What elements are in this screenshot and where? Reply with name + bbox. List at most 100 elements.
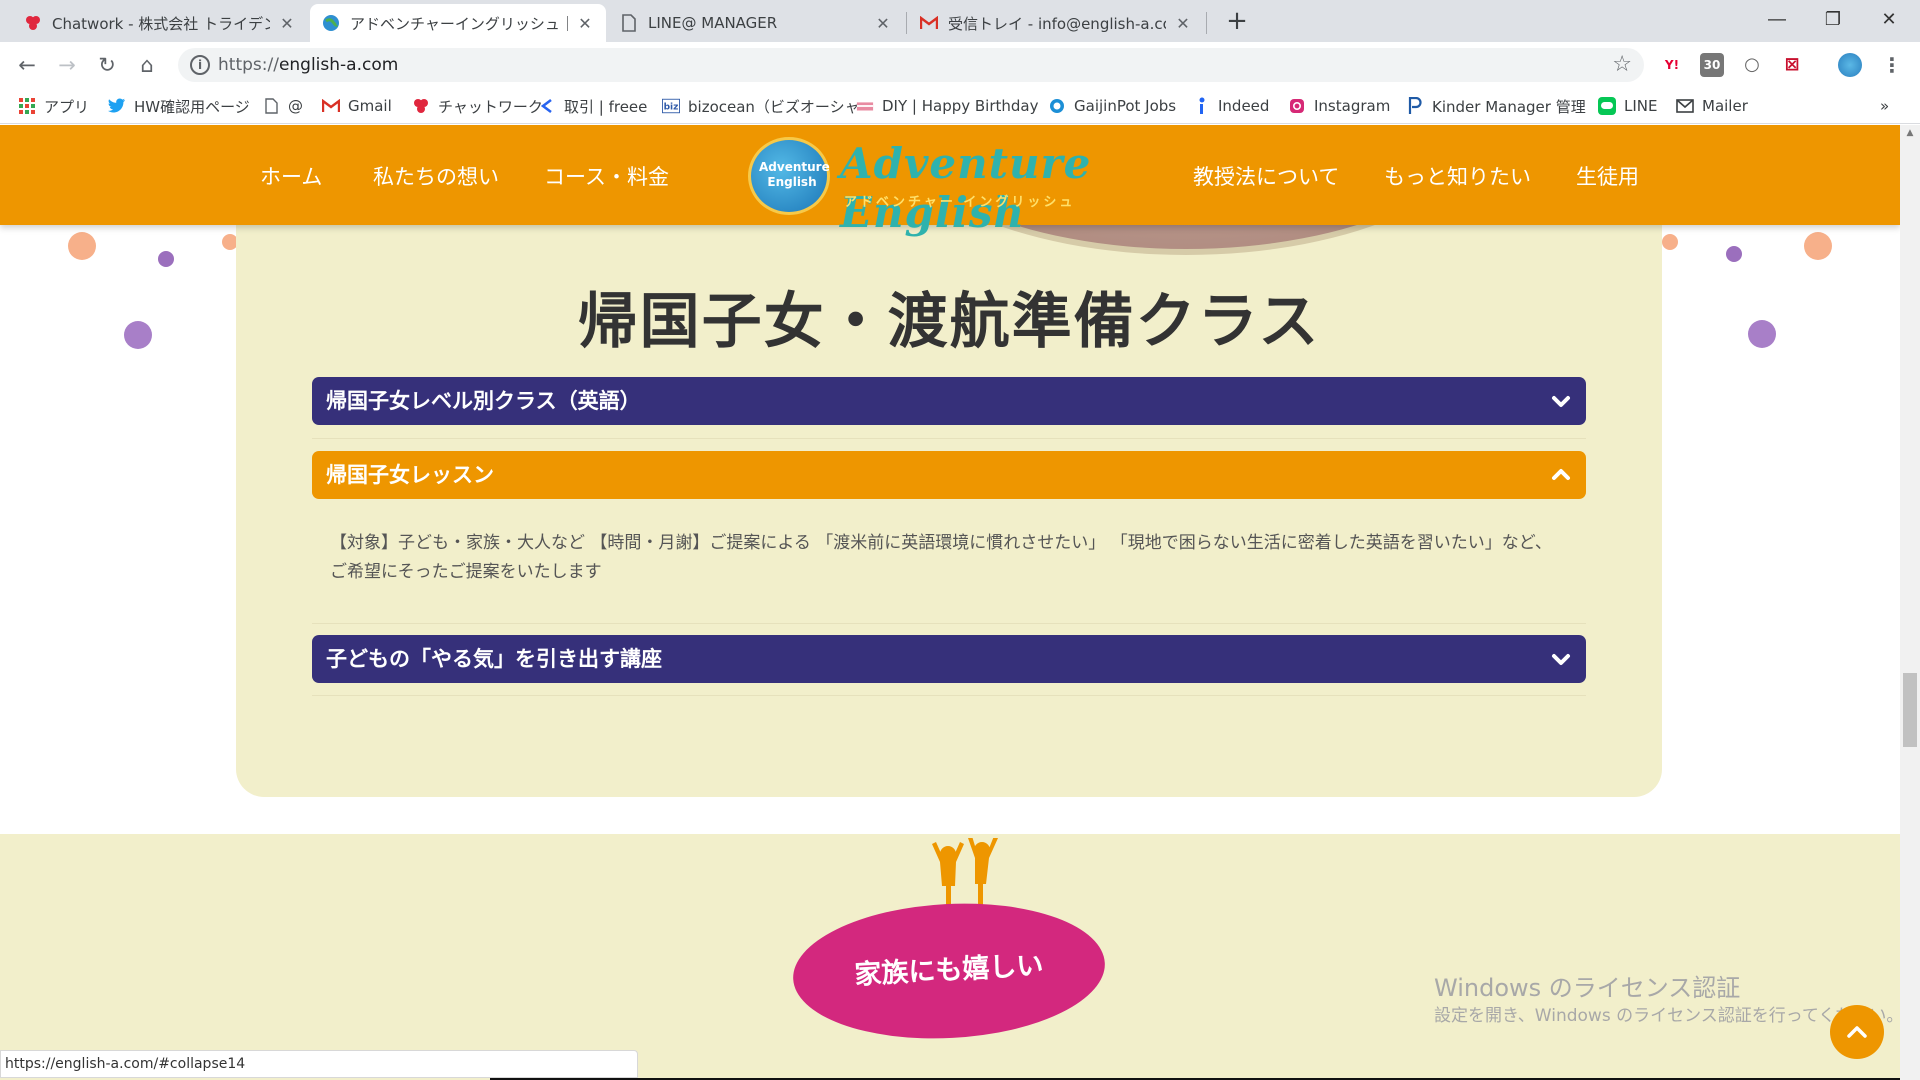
tab-title: Chatwork - 株式会社 トライデントワ bbox=[52, 14, 270, 33]
family-badge: 家族にも嬉しい bbox=[789, 895, 1109, 1047]
forward-icon[interactable]: → bbox=[52, 50, 82, 80]
close-tab-icon[interactable]: ✕ bbox=[278, 14, 296, 33]
bookmark-label: Instagram bbox=[1314, 97, 1391, 115]
gaijinpot-icon bbox=[1048, 97, 1066, 115]
bookmark-item[interactable]: チャットワーク bbox=[412, 95, 543, 117]
pocket-extension-icon[interactable]: ⊠ bbox=[1780, 53, 1804, 77]
bookmark-item[interactable]: GaijinPot Jobs bbox=[1048, 95, 1176, 117]
bookmark-label: アプリ bbox=[44, 97, 90, 116]
bookmark-item[interactable]: アプリ bbox=[18, 95, 89, 117]
accordion-divider bbox=[312, 695, 1586, 696]
site-info-icon[interactable]: i bbox=[190, 55, 210, 75]
bookmark-label: bizocean（ビズオーシャ bbox=[688, 97, 860, 116]
minimize-icon[interactable]: ― bbox=[1754, 0, 1800, 40]
nav-home[interactable]: ホーム bbox=[260, 161, 322, 191]
accordion-label: 帰国子女レベル別クラス（英語） bbox=[326, 389, 641, 413]
bookmark-item[interactable]: Indeed bbox=[1192, 95, 1269, 117]
accordion-header-returnee-lesson[interactable]: 帰国子女レッスン bbox=[312, 451, 1586, 499]
back-to-top-button[interactable] bbox=[1830, 1005, 1884, 1059]
nav-our-thoughts[interactable]: 私たちの想い bbox=[373, 161, 499, 191]
yahoo-extension-icon[interactable]: Y! bbox=[1660, 53, 1684, 77]
menu-kebab-icon[interactable]: ⋮ bbox=[1880, 53, 1904, 77]
bookmark-item[interactable]: biz bizocean（ビズオーシャ bbox=[662, 95, 860, 117]
tab-title: 受信トレイ - info@english-a.com - bbox=[948, 14, 1166, 33]
restore-icon[interactable]: ❐ bbox=[1810, 0, 1856, 40]
bookmarks-bar: アプリ HW確認用ページ @ Gmail チャットワーク 取引 | freee biz biz… bbox=[0, 88, 1920, 124]
logo-badge-text: Adventure English bbox=[759, 160, 830, 189]
url-scheme: https:// bbox=[218, 55, 279, 75]
decor-dot bbox=[1804, 232, 1832, 260]
reload-icon[interactable]: ↻ bbox=[92, 50, 122, 80]
accordion-label: 帰国子女レッスン bbox=[326, 463, 494, 487]
nav-students[interactable]: 生徒用 bbox=[1576, 161, 1639, 191]
bookmark-item[interactable]: HW確認用ページ bbox=[108, 95, 250, 117]
bookmark-label: Gmail bbox=[348, 97, 392, 115]
site-logo[interactable]: Adventure English Adventure English アドベン… bbox=[748, 133, 1154, 237]
bookmark-item[interactable]: Kinder Manager 管理 bbox=[1406, 95, 1586, 117]
chevron-down-icon bbox=[1552, 654, 1570, 665]
tab-strip: Chatwork - 株式会社 トライデントワ ✕ アドベンチャーイングリッシュ… bbox=[0, 0, 1920, 42]
chevron-up-icon bbox=[1552, 469, 1570, 480]
chevron-up-icon bbox=[1847, 1026, 1867, 1038]
decor-dot bbox=[1662, 234, 1678, 250]
bookmarks-overflow-icon[interactable]: » bbox=[1880, 95, 1889, 117]
scrollbar-thumb[interactable] bbox=[1903, 673, 1917, 747]
calendar-extension-icon[interactable]: 30 bbox=[1700, 53, 1724, 77]
close-tab-icon[interactable]: ✕ bbox=[874, 14, 892, 33]
bookmark-label: チャットワーク bbox=[438, 97, 543, 116]
svg-text:biz: biz bbox=[664, 103, 679, 113]
bookmark-item[interactable]: LINE bbox=[1598, 95, 1657, 117]
nav-learn-more[interactable]: もっと知りたい bbox=[1384, 161, 1531, 191]
twitter-icon bbox=[108, 97, 126, 115]
close-tab-icon[interactable]: ✕ bbox=[576, 14, 594, 33]
link-status-bar: https://english-a.com/#collapse14 bbox=[0, 1050, 638, 1078]
tab-chatwork[interactable]: Chatwork - 株式会社 トライデントワ ✕ bbox=[12, 4, 308, 42]
tab-line-manager[interactable]: LINE@ MANAGER ✕ bbox=[608, 4, 904, 42]
logo-kana: アドベンチャー イングリッシュ bbox=[844, 195, 1076, 210]
section-title: 帰国子女・渡航準備クラス bbox=[577, 287, 1321, 357]
nav-courses-fees[interactable]: コース・料金 bbox=[544, 161, 669, 191]
decor-dot bbox=[124, 321, 152, 349]
close-window-icon[interactable]: ✕ bbox=[1866, 0, 1912, 40]
page-scrollbar[interactable]: ▲ bbox=[1900, 125, 1920, 1080]
accordion-label: 子どもの「やる気」を引き出す講座 bbox=[326, 647, 662, 671]
nav-teaching-method[interactable]: 教授法について bbox=[1193, 161, 1339, 191]
bookmark-item[interactable]: 取引 | freee bbox=[538, 95, 647, 117]
chat-extension-icon[interactable]: ○ bbox=[1740, 53, 1764, 77]
chatwork-icon bbox=[412, 97, 430, 115]
bookmark-item[interactable]: Instagram bbox=[1288, 95, 1390, 117]
bookmark-star-icon[interactable]: ☆ bbox=[1612, 52, 1632, 77]
tab-gmail[interactable]: 受信トレイ - info@english-a.com - ✕ bbox=[908, 4, 1204, 42]
address-bar[interactable]: i https://english-a.com ☆ bbox=[178, 48, 1644, 82]
apps-grid-icon bbox=[18, 97, 36, 115]
url-text[interactable]: https://english-a.com bbox=[218, 55, 398, 75]
bookmark-item[interactable]: Mailer bbox=[1676, 95, 1748, 117]
page-viewport: 帰国子女・渡航準備クラス 帰国子女レベル別クラス（英語） 帰国子女レッスン 【対… bbox=[0, 125, 1900, 1080]
profile-avatar[interactable] bbox=[1838, 53, 1862, 77]
back-icon[interactable]: ← bbox=[12, 50, 42, 80]
bookmark-item[interactable]: Gmail bbox=[322, 95, 392, 117]
tab-adventure-english[interactable]: アドベンチャーイングリッシュ｜宇都宮( ✕ bbox=[310, 4, 606, 42]
new-tab-button[interactable]: + bbox=[1222, 6, 1252, 36]
indeed-icon bbox=[1192, 97, 1210, 115]
home-icon[interactable]: ⌂ bbox=[132, 50, 162, 80]
logo-wordmark: Adventure English bbox=[840, 139, 1092, 237]
bookmark-label: DIY | Happy Birthday bbox=[882, 97, 1039, 115]
bookmark-label: LINE bbox=[1624, 97, 1658, 115]
scroll-up-arrow-icon[interactable]: ▲ bbox=[1900, 125, 1920, 141]
bookmark-label: @ bbox=[288, 97, 303, 115]
accordion-body-text: 【対象】子ども・家族・大人など 【時間・月謝】ご提案による 「渡米前に英語環境に… bbox=[330, 533, 1552, 582]
accordion-header-level-class[interactable]: 帰国子女レベル別クラス（英語） bbox=[312, 377, 1586, 425]
gmail-icon bbox=[322, 97, 340, 115]
mail-icon bbox=[1676, 97, 1694, 115]
bookmark-label: Indeed bbox=[1218, 97, 1270, 115]
diy-icon bbox=[856, 97, 874, 115]
close-tab-icon[interactable]: ✕ bbox=[1174, 14, 1192, 33]
page-icon bbox=[620, 14, 638, 32]
bookmark-item[interactable]: DIY | Happy Birthday bbox=[856, 95, 1039, 117]
decor-dot bbox=[158, 251, 174, 267]
decor-dot bbox=[1748, 320, 1776, 348]
bookmark-item[interactable]: @ bbox=[262, 95, 303, 117]
decor-dot bbox=[1726, 246, 1742, 262]
accordion-header-motivation-course[interactable]: 子どもの「やる気」を引き出す講座 bbox=[312, 635, 1586, 683]
